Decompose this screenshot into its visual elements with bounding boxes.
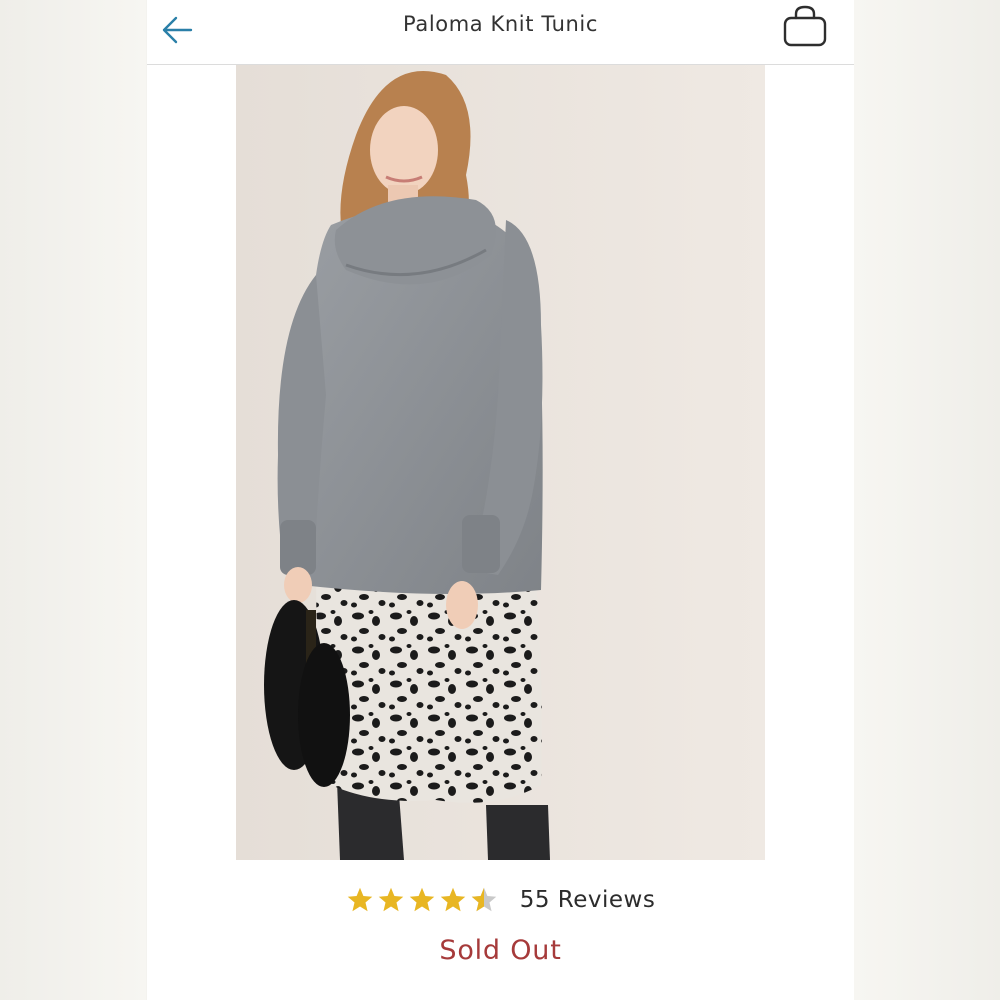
- product-image[interactable]: [236, 65, 765, 860]
- star-full-icon: [378, 887, 403, 912]
- reviews-link[interactable]: 55 Reviews: [520, 887, 656, 913]
- back-button[interactable]: [157, 10, 197, 50]
- top-navigation-bar: Paloma Knit Tunic: [147, 0, 854, 65]
- app-screen: Paloma Knit Tunic 55 Reviews Sold Out: [147, 0, 854, 1000]
- star-rating: [346, 886, 498, 914]
- shopping-bag-icon: [783, 5, 827, 47]
- star-full-icon: [347, 887, 372, 912]
- star-half-icon: [471, 887, 496, 912]
- sold-out-status: Sold Out: [439, 935, 562, 966]
- shopping-bag-button[interactable]: [780, 2, 830, 50]
- arrow-left-icon: [162, 16, 193, 44]
- rating-row[interactable]: 55 Reviews: [147, 880, 854, 920]
- star-full-icon: [440, 887, 465, 912]
- right-margin: [854, 0, 1000, 1000]
- product-photo: [236, 65, 765, 860]
- page-title: Paloma Knit Tunic: [403, 12, 598, 36]
- left-margin: [0, 0, 146, 1000]
- star-full-icon: [409, 887, 434, 912]
